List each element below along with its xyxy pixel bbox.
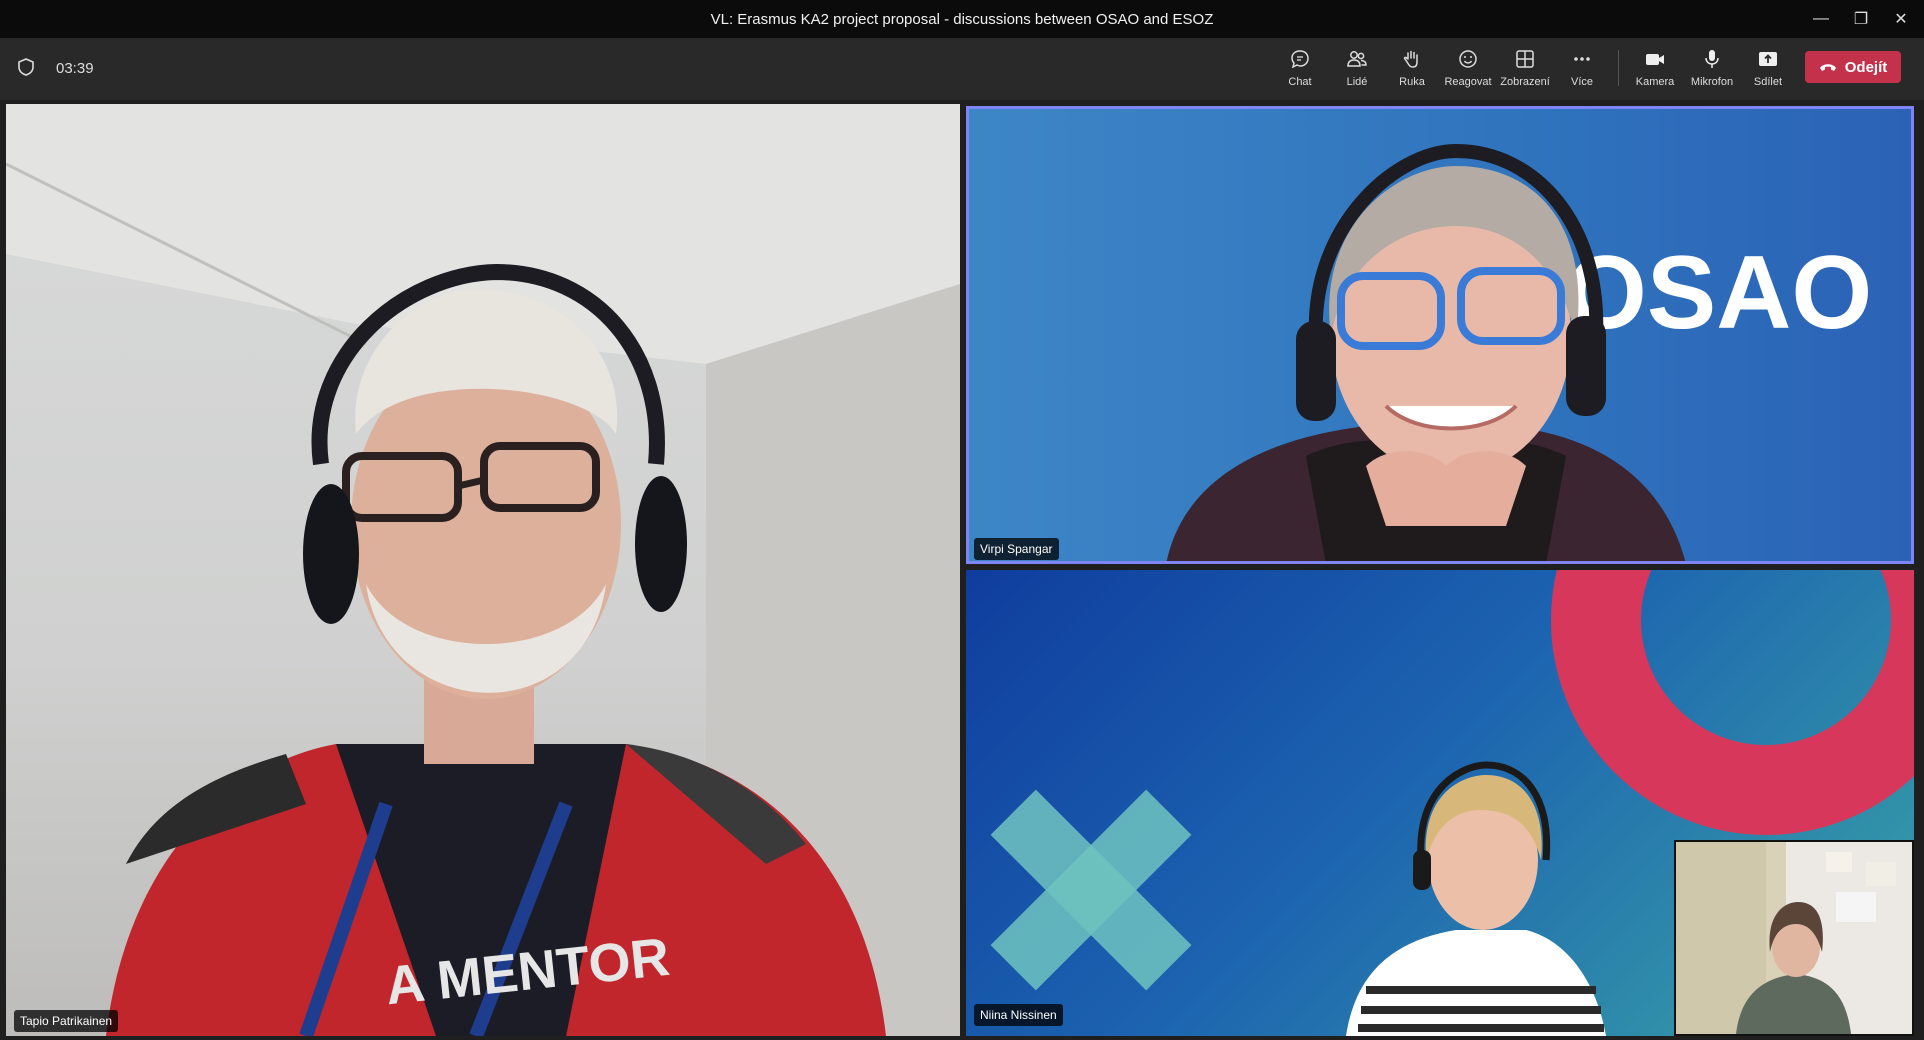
participant-video: OSAO <box>1166 143 1872 564</box>
microphone-icon <box>1705 50 1719 68</box>
grid-view-icon <box>1516 50 1534 68</box>
participant-name-label: Tapio Patrikainen <box>14 1010 119 1032</box>
video-tile-tapio[interactable]: A MENTOR Tapio Patrikainen <box>6 104 960 1036</box>
hand-icon <box>1403 50 1418 68</box>
view-label: Zobrazení <box>1500 76 1550 88</box>
microphone-button[interactable]: Mikrofon <box>1682 48 1742 94</box>
restore-button[interactable]: ❐ <box>1846 6 1876 32</box>
shield-icon <box>18 58 34 76</box>
more-icon <box>1574 57 1590 61</box>
share-label: Sdílet <box>1753 76 1783 88</box>
window-titlebar: VL: Erasmus KA2 project proposal - discu… <box>0 0 1924 38</box>
close-button[interactable]: ✕ <box>1886 6 1916 32</box>
hang-up-icon <box>1819 64 1836 71</box>
video-tile-virpi[interactable]: OSAO Virpi Spangar <box>966 106 1914 564</box>
participant-name-label: Niina Nissinen <box>974 1004 1063 1026</box>
window-title: VL: Erasmus KA2 project proposal - discu… <box>710 11 1214 28</box>
smiley-icon <box>1459 50 1477 68</box>
participant-video: A MENTOR <box>6 104 960 1036</box>
camera-button[interactable]: Kamera <box>1625 48 1685 94</box>
self-view-video <box>1676 842 1912 1034</box>
view-button[interactable]: Zobrazení <box>1495 48 1555 94</box>
chat-label: Chat <box>1288 76 1312 88</box>
self-view-tile[interactable] <box>1674 840 1914 1036</box>
share-icon <box>1759 52 1777 66</box>
toolbar-divider <box>1618 50 1619 86</box>
people-label: Lidé <box>1346 76 1368 88</box>
video-tile-niina[interactable]: Niina Nissinen <box>966 570 1914 1036</box>
raise-hand-button[interactable]: Ruka <box>1382 48 1442 94</box>
camera-icon <box>1646 54 1664 65</box>
video-stage: A MENTOR Tapio Patrikainen OSAO Virpi Sp… <box>0 100 1924 1040</box>
leave-button[interactable]: Odejít <box>1805 51 1901 83</box>
chat-icon <box>1291 50 1309 69</box>
react-button[interactable]: Reagovat <box>1438 48 1498 94</box>
leave-label: Odejít <box>1844 58 1888 76</box>
people-icon <box>1347 51 1367 67</box>
people-button[interactable]: Lidé <box>1327 48 1387 94</box>
backdrop-logo-text: OSAO <box>1566 235 1872 351</box>
meeting-toolbar: 03:39 Chat Lidé Ruka Reagovat Zobrazení … <box>0 38 1924 102</box>
participant-name-label: Virpi Spangar <box>974 538 1059 560</box>
call-timer: 03:39 <box>56 60 94 77</box>
share-button[interactable]: Sdílet <box>1738 48 1798 94</box>
more-label: Více <box>1570 76 1593 88</box>
raise-hand-label: Ruka <box>1399 76 1425 88</box>
more-button[interactable]: Více <box>1552 48 1612 94</box>
chat-button[interactable]: Chat <box>1270 48 1330 94</box>
minimize-button[interactable]: — <box>1806 6 1836 32</box>
microphone-label: Mikrofon <box>1690 76 1734 88</box>
react-label: Reagovat <box>1444 76 1492 88</box>
camera-label: Kamera <box>1635 76 1675 88</box>
